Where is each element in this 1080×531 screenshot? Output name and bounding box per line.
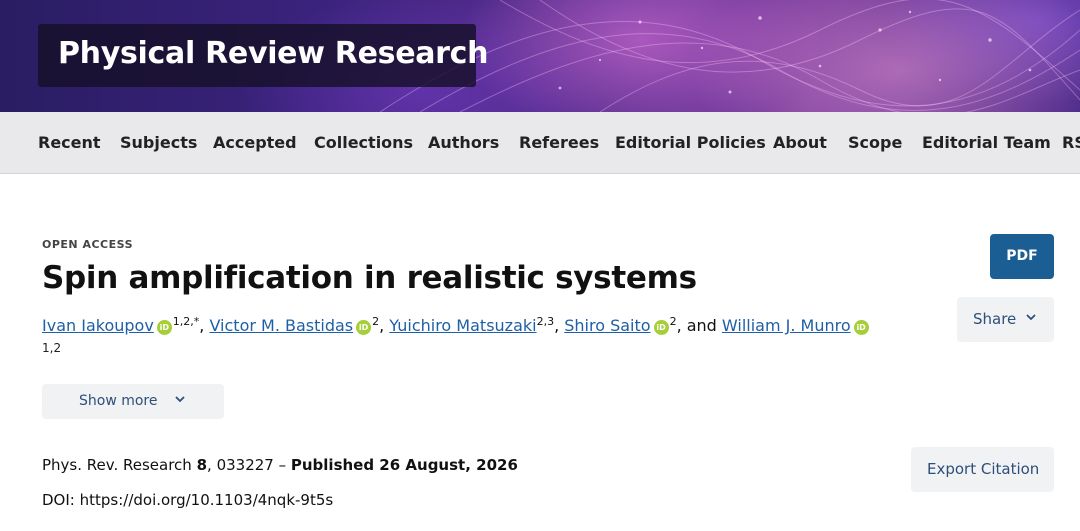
publication-date: Published 26 August, 2026	[290, 456, 518, 474]
doi-line[interactable]: DOI: https://doi.org/10.1103/4nqk-9t5s	[42, 491, 333, 509]
author-link[interactable]: Shiro Saito	[564, 316, 650, 335]
nav-item-authors[interactable]: Authors	[428, 133, 499, 152]
nav-item-collections[interactable]: Collections	[314, 133, 413, 152]
author-list: Ivan Iakoupov iD 1,2,*, Victor M. Bastidas…	[42, 315, 942, 335]
journal-title[interactable]: Physical Review Research	[58, 36, 489, 71]
orcid-icon[interactable]: iD	[853, 320, 869, 335]
nav-item-rss[interactable]: RSS	[1062, 133, 1080, 152]
author-link[interactable]: Ivan Iakoupov	[42, 316, 154, 335]
nav-item-accepted[interactable]: Accepted	[213, 133, 297, 152]
citation-line: Phys. Rev. Research 8, 033227 – Publishe…	[42, 456, 518, 474]
author-link[interactable]: William J. Munro	[722, 316, 851, 335]
citation-article-number: , 033227 –	[207, 456, 291, 474]
author-affiliation-wrapped: 1,2	[42, 341, 62, 355]
share-label: Share	[973, 310, 1017, 328]
share-button[interactable]: Share	[957, 297, 1054, 342]
show-more-button[interactable]: Show more	[42, 384, 224, 419]
author-link[interactable]: Victor M. Bastidas	[209, 316, 353, 335]
nav-item-recent[interactable]: Recent	[38, 133, 101, 152]
nav-item-referees[interactable]: Referees	[519, 133, 599, 152]
author-affiliation: 2,3	[536, 315, 555, 328]
nav-item-subjects[interactable]: Subjects	[120, 133, 197, 152]
chevron-down-icon	[1026, 314, 1036, 321]
journal-banner: Physical Review Research	[0, 0, 1080, 112]
citation-volume: 8	[196, 456, 208, 474]
citation-journal: Phys. Rev. Research	[42, 456, 192, 474]
author-affiliation: 2	[669, 315, 677, 328]
author-conjunction: , and	[676, 316, 722, 335]
nav-item-scope[interactable]: Scope	[848, 133, 902, 152]
orcid-icon[interactable]: iD	[653, 320, 669, 335]
nav-item-editorial-policies[interactable]: Editorial Policies	[615, 133, 766, 152]
open-access-badge: OPEN ACCESS	[42, 238, 133, 251]
author-link[interactable]: Yuichiro Matsuzaki	[389, 316, 536, 335]
orcid-icon[interactable]: iD	[156, 320, 172, 335]
nav-item-editorial-team[interactable]: Editorial Team	[922, 133, 1051, 152]
nav-item-about[interactable]: About	[773, 133, 827, 152]
author-separator: ,	[554, 316, 565, 335]
main-nav: Recent Subjects Accepted Collections Aut…	[0, 112, 1080, 174]
author-separator: ,	[199, 316, 210, 335]
author-separator: ,	[379, 316, 390, 335]
article-title: Spin amplification in realistic systems	[42, 260, 697, 296]
chevron-down-icon	[175, 396, 185, 403]
author-affiliation: 1,2,*	[172, 315, 200, 328]
show-more-label: Show more	[79, 393, 158, 409]
export-citation-button[interactable]: Export Citation	[911, 447, 1054, 492]
orcid-icon[interactable]: iD	[356, 320, 372, 335]
pdf-button[interactable]: PDF	[990, 234, 1054, 279]
export-citation-label: Export Citation	[927, 460, 1040, 478]
